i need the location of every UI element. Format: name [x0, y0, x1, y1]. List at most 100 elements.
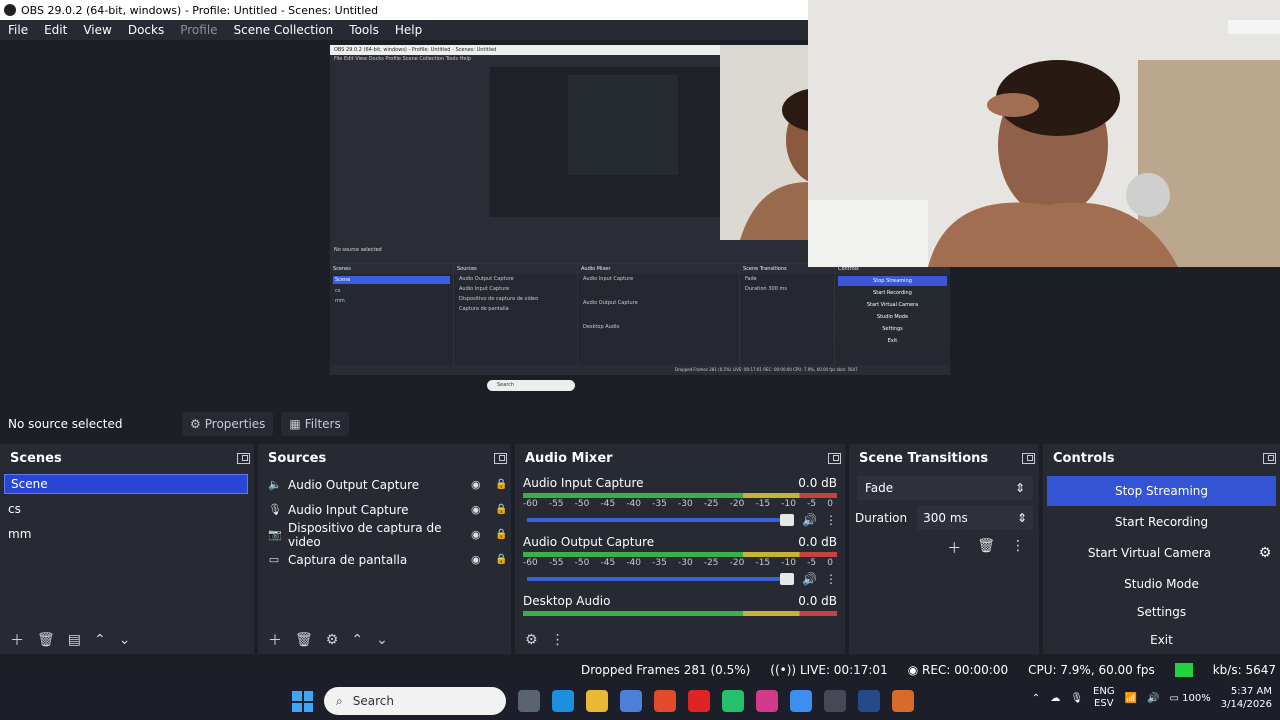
windows-start-icon[interactable] [292, 691, 313, 712]
kebab-menu-icon[interactable]: ⋮ [1011, 538, 1025, 558]
scene-item[interactable]: Scene [4, 474, 248, 494]
source-item[interactable]: 🔈 Audio Output Capture ◉ 🔒 [258, 472, 511, 497]
eye-icon[interactable]: ◉ [471, 478, 487, 491]
editor-icon[interactable] [892, 690, 914, 712]
nested-mixer-item: Desktop Audio [583, 324, 620, 330]
menu-scene-collection[interactable]: Scene Collection [226, 23, 342, 37]
rec-label: REC: 00:00:00 [922, 663, 1009, 677]
trash-icon[interactable]: 🗑 [977, 538, 995, 558]
filters-button[interactable]: ▦ Filters [281, 412, 349, 436]
properties-button[interactable]: ⚙ Properties [182, 412, 274, 436]
wifi-icon[interactable]: 📶 [1125, 693, 1137, 704]
gear-icon[interactable]: ⚙ [1256, 545, 1274, 561]
undock-icon[interactable] [237, 452, 250, 464]
chevron-down-icon[interactable]: ⌄ [119, 632, 131, 648]
record-icon: ◉ [907, 663, 919, 677]
channel-name: Desktop Audio [523, 594, 611, 608]
taskbar: ⌕ Search ⌃ ☁ 🎙 ENG ESV 📶 🔊 ▭ 100% 5:37 AM 3… [0, 682, 1280, 720]
add-icon[interactable]: ＋ [268, 630, 282, 650]
lock-icon[interactable]: 🔒 [495, 529, 511, 540]
menu-file[interactable]: File [0, 23, 36, 37]
nested-taskbar: Search [330, 375, 950, 397]
menu-view[interactable]: View [75, 23, 119, 37]
eye-icon[interactable]: ◉ [471, 503, 487, 516]
language-indicator[interactable]: ENG ESV [1093, 686, 1115, 710]
source-item[interactable]: 🎙 Audio Input Capture ◉ 🔒 [258, 497, 511, 522]
settings-button[interactable]: Settings [1047, 599, 1276, 624]
kebab-menu-icon[interactable]: ⋮ [551, 632, 565, 648]
taskbar-search[interactable]: ⌕ Search [324, 687, 506, 715]
status-bar: Dropped Frames 281 (0.5%) ((•)) LIVE: 00… [0, 658, 1280, 682]
scene-item[interactable]: mm [0, 521, 254, 546]
meter-ticks: -60 -55 -50 -45 -40 -35 -30 -25 -20 -15 -10 -5 0 [523, 499, 837, 509]
chevron-up-icon[interactable]: ⌃ [94, 632, 106, 648]
menu-help[interactable]: Help [387, 23, 430, 37]
cloud-icon[interactable]: ☁ [1050, 693, 1060, 704]
updown-icon[interactable]: ⇕ [1017, 511, 1027, 525]
nested-scene-item: cs [335, 288, 341, 294]
undock-icon[interactable] [828, 452, 841, 464]
copilot-icon[interactable] [552, 690, 574, 712]
gear-icon[interactable]: ⚙ [326, 632, 339, 648]
trash-icon[interactable]: 🗑 [37, 632, 55, 648]
chevron-down-icon[interactable]: ⌄ [376, 632, 388, 648]
studio-mode-button[interactable]: Studio Mode [1047, 571, 1276, 596]
menu-docks[interactable]: Docks [120, 23, 172, 37]
menu-profile[interactable]: Profile [172, 23, 225, 37]
volume-icon[interactable]: 🔊 [1147, 693, 1159, 704]
task-view-icon[interactable] [518, 690, 540, 712]
duration-spinbox[interactable]: 300 ms ⇕ [917, 506, 1033, 530]
meter-ticks: -60 -55 -50 -45 -40 -35 -30 -25 -20 -15 -10 -5 0 [523, 558, 837, 568]
source-item[interactable]: ▭ Captura de pantalla ◉ 🔒 [258, 547, 511, 572]
trash-icon[interactable]: 🗑 [295, 632, 313, 648]
folder-icon[interactable] [586, 690, 608, 712]
start-virtual-camera-button[interactable]: Start Virtual Camera [1047, 540, 1252, 565]
nested-transition-type: Fade [745, 276, 757, 282]
store-icon[interactable] [620, 690, 642, 712]
clock[interactable]: 5:37 AM 3/14/2026 [1221, 685, 1272, 711]
tick: -20 [729, 499, 745, 509]
speaker-icon[interactable]: 🔊 [802, 572, 817, 586]
kebab-menu-icon[interactable]: ⋮ [825, 513, 837, 527]
volume-slider[interactable] [527, 514, 795, 526]
menu-edit[interactable]: Edit [36, 23, 75, 37]
eye-icon[interactable]: ◉ [471, 528, 487, 541]
undock-icon[interactable] [1022, 452, 1035, 464]
filter-icon[interactable]: ▤ [68, 632, 81, 648]
source-item[interactable]: 📷 Dispositivo de captura de video ◉ 🔒 [258, 521, 511, 549]
lock-icon[interactable]: 🔒 [495, 479, 511, 490]
scene-item[interactable]: cs [0, 496, 254, 521]
kebab-menu-icon[interactable]: ⋮ [825, 572, 837, 586]
battery-status[interactable]: ▭ 100% [1169, 693, 1210, 704]
chrome-icon[interactable] [790, 690, 812, 712]
transition-select[interactable]: Fade ⇕ [857, 476, 1033, 500]
lock-icon[interactable]: 🔒 [495, 504, 511, 515]
tick: -55 [548, 558, 564, 568]
tick: -50 [574, 499, 590, 509]
eye-icon[interactable]: ◉ [471, 553, 487, 566]
speaker-icon[interactable]: 🔊 [802, 513, 817, 527]
microphone-icon[interactable]: 🎙 [1070, 693, 1083, 704]
start-recording-button[interactable]: Start Recording [1047, 509, 1276, 534]
undock-icon[interactable] [494, 452, 507, 464]
chevron-up-icon[interactable]: ⌃ [1032, 693, 1040, 704]
chevron-up-icon[interactable]: ⌃ [351, 632, 363, 648]
stop-streaming-button[interactable]: Stop Streaming [1047, 476, 1276, 506]
volume-meter [523, 552, 837, 557]
whatsapp-icon[interactable] [722, 690, 744, 712]
menu-tools[interactable]: Tools [341, 23, 387, 37]
obs-icon[interactable] [824, 690, 846, 712]
gear-icon[interactable]: ⚙ [525, 632, 538, 648]
volume-slider[interactable] [527, 573, 795, 585]
steam-icon[interactable] [858, 690, 880, 712]
duration-value: 300 ms [923, 511, 968, 525]
cpu-usage: CPU: 7.9%, 60.00 fps [1028, 663, 1155, 677]
exit-button[interactable]: Exit [1047, 627, 1276, 652]
lock-icon[interactable]: 🔒 [495, 554, 511, 565]
youtube-icon[interactable] [688, 690, 710, 712]
add-icon[interactable]: ＋ [10, 630, 24, 650]
add-icon[interactable]: ＋ [947, 538, 961, 558]
instagram-icon[interactable] [756, 690, 778, 712]
app-icon[interactable] [654, 690, 676, 712]
undock-icon[interactable] [1263, 452, 1276, 464]
